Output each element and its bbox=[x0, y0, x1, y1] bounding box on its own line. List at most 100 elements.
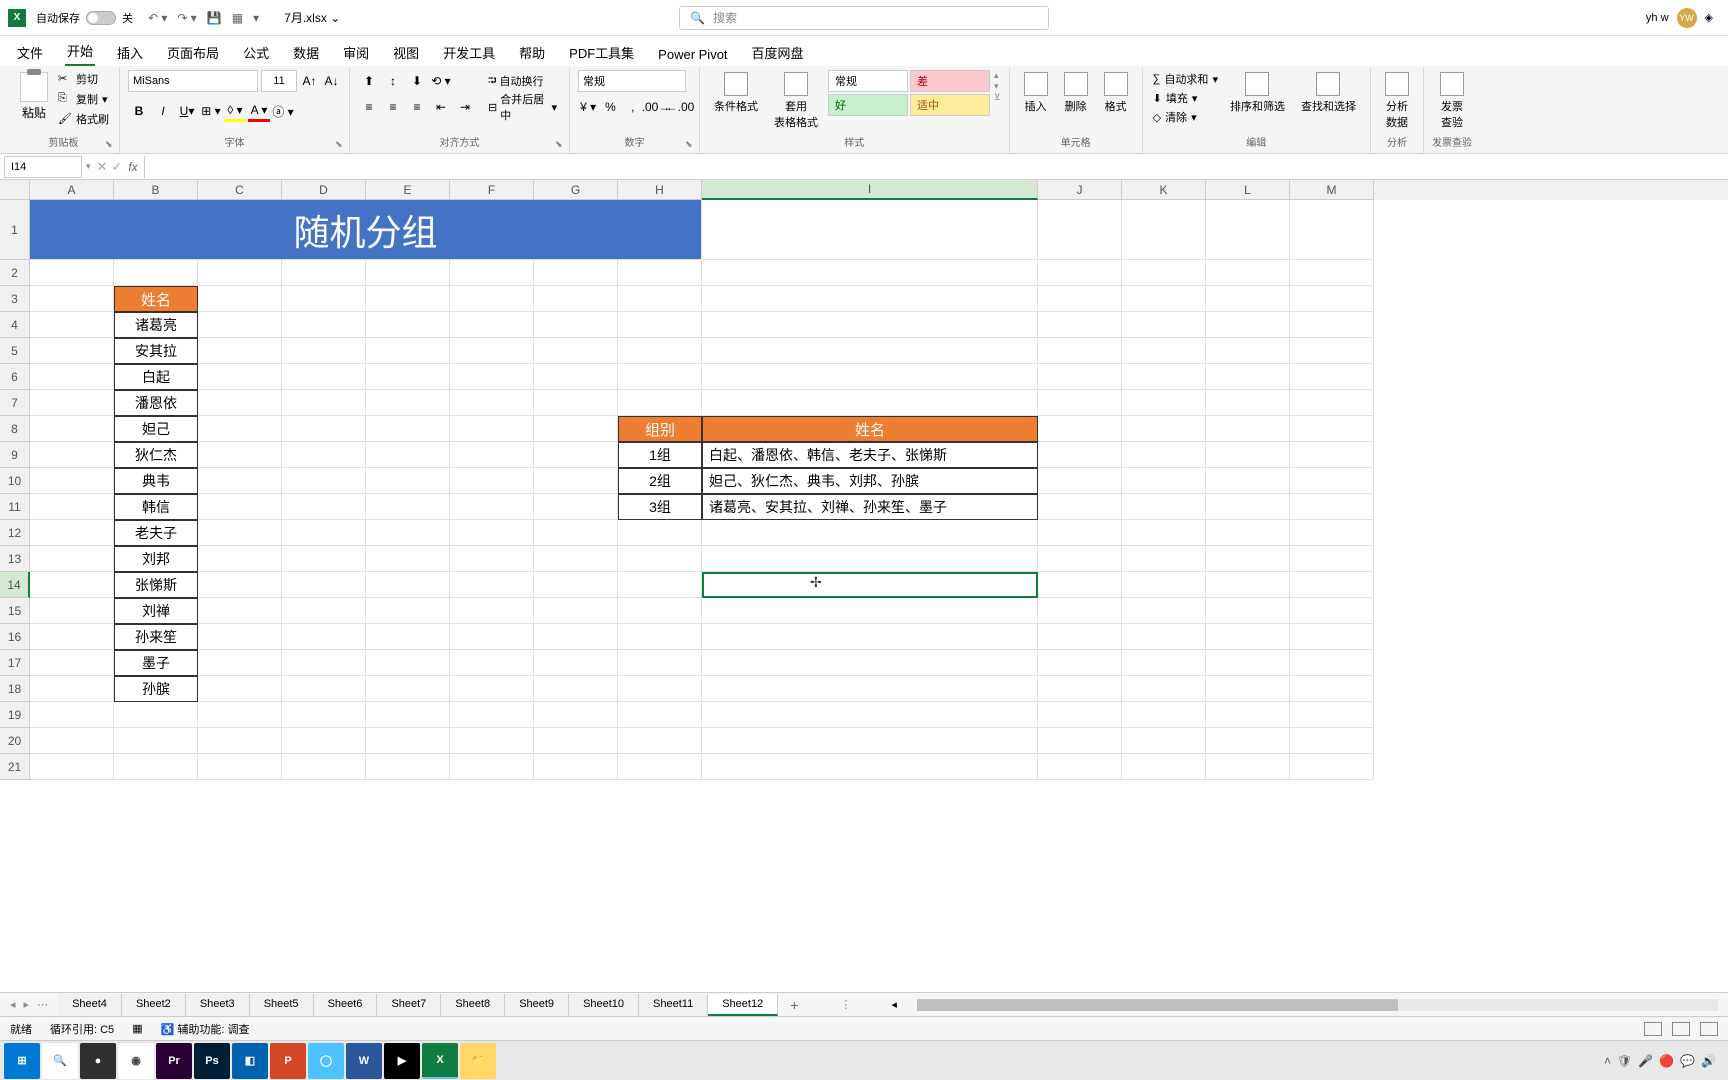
cell-A10[interactable] bbox=[30, 468, 114, 494]
cell-C15[interactable] bbox=[198, 598, 282, 624]
name-box[interactable]: I14 bbox=[4, 156, 82, 178]
cell-A18[interactable] bbox=[30, 676, 114, 702]
cell-E21[interactable] bbox=[366, 754, 450, 780]
cell-D4[interactable] bbox=[282, 312, 366, 338]
phonetic-button[interactable]: ⓐ ▾ bbox=[272, 100, 294, 122]
cell-H20[interactable] bbox=[618, 728, 702, 754]
redo-button[interactable]: ↷ ▾ bbox=[177, 11, 196, 25]
cell-J11[interactable] bbox=[1038, 494, 1122, 520]
cell-E4[interactable] bbox=[366, 312, 450, 338]
row-header-4[interactable]: 4 bbox=[0, 312, 30, 338]
cell-B11[interactable]: 韩信 bbox=[114, 494, 198, 520]
cell-C13[interactable] bbox=[198, 546, 282, 572]
cell-A8[interactable] bbox=[30, 416, 114, 442]
merge-center-button[interactable]: ⊟ 合并后居中 ▾ bbox=[484, 96, 561, 118]
orientation-button[interactable]: ⟲ ▾ bbox=[430, 70, 452, 92]
analyze-data-button[interactable]: 分析 数据 bbox=[1379, 70, 1415, 132]
cell-B5[interactable]: 安其拉 bbox=[114, 338, 198, 364]
sheet-nav-prev[interactable]: ▸ bbox=[24, 998, 30, 1011]
cell-L11[interactable] bbox=[1206, 494, 1290, 520]
cell-F13[interactable] bbox=[450, 546, 534, 572]
cell-F8[interactable] bbox=[450, 416, 534, 442]
cell-I11[interactable]: 诸葛亮、安其拉、刘禅、孙来笙、墨子 bbox=[702, 494, 1038, 520]
cell-J6[interactable] bbox=[1038, 364, 1122, 390]
status-accessibility[interactable]: ♿ 辅助功能: 调查 bbox=[161, 1021, 250, 1037]
cell-D6[interactable] bbox=[282, 364, 366, 390]
cell-H19[interactable] bbox=[618, 702, 702, 728]
cell-H14[interactable] bbox=[618, 572, 702, 598]
style-normal[interactable]: 常规 bbox=[828, 70, 908, 92]
cell-A1[interactable]: 随机分组 bbox=[30, 200, 702, 260]
taskbar-search[interactable]: 🔍 bbox=[42, 1043, 78, 1079]
cell-K20[interactable] bbox=[1122, 728, 1206, 754]
view-layout-button[interactable] bbox=[1672, 1022, 1690, 1036]
sheet-tab-Sheet11[interactable]: Sheet11 bbox=[639, 994, 708, 1016]
sheet-tab-Sheet2[interactable]: Sheet2 bbox=[122, 994, 186, 1016]
sheet-nav-menu[interactable]: ⋯ bbox=[37, 998, 48, 1011]
cell-G13[interactable] bbox=[534, 546, 618, 572]
cell-C16[interactable] bbox=[198, 624, 282, 650]
cell-I17[interactable] bbox=[702, 650, 1038, 676]
cell-F17[interactable] bbox=[450, 650, 534, 676]
cell-K18[interactable] bbox=[1122, 676, 1206, 702]
cell-I1[interactable] bbox=[702, 200, 1038, 260]
cell-I8[interactable]: 姓名 bbox=[702, 416, 1038, 442]
cell-F3[interactable] bbox=[450, 286, 534, 312]
cell-D11[interactable] bbox=[282, 494, 366, 520]
cell-K16[interactable] bbox=[1122, 624, 1206, 650]
cell-A9[interactable] bbox=[30, 442, 114, 468]
cell-I19[interactable] bbox=[702, 702, 1038, 728]
taskbar-photoshop[interactable]: Ps bbox=[194, 1043, 230, 1079]
column-header-B[interactable]: B bbox=[114, 180, 198, 200]
cell-I14[interactable] bbox=[702, 572, 1038, 598]
cell-H2[interactable] bbox=[618, 260, 702, 286]
cell-B18[interactable]: 孙膑 bbox=[114, 676, 198, 702]
bold-button[interactable]: B bbox=[128, 100, 150, 122]
format-painter-button[interactable]: 🖌格式刷 bbox=[56, 110, 111, 128]
tab-PDF工具集[interactable]: PDF工具集 bbox=[567, 39, 636, 66]
format-cells-button[interactable]: 格式 bbox=[1098, 70, 1134, 116]
taskbar-excel[interactable]: X bbox=[422, 1043, 458, 1079]
cell-F7[interactable] bbox=[450, 390, 534, 416]
sheet-tab-Sheet10[interactable]: Sheet10 bbox=[569, 994, 639, 1016]
taskbar-chrome[interactable]: ◉ bbox=[118, 1043, 154, 1079]
style-good[interactable]: 好 bbox=[828, 94, 908, 116]
comma-button[interactable]: , bbox=[623, 96, 643, 118]
cell-C14[interactable] bbox=[198, 572, 282, 598]
align-top-button[interactable]: ⬆ bbox=[358, 70, 380, 92]
cell-D3[interactable] bbox=[282, 286, 366, 312]
cell-F20[interactable] bbox=[450, 728, 534, 754]
cell-A13[interactable] bbox=[30, 546, 114, 572]
align-center-button[interactable]: ≡ bbox=[382, 96, 404, 118]
tray-chat-icon[interactable]: 💬 bbox=[1680, 1054, 1695, 1068]
cell-K13[interactable] bbox=[1122, 546, 1206, 572]
tray-app-icon[interactable]: 🔴 bbox=[1659, 1054, 1674, 1068]
cell-I9[interactable]: 白起、潘恩依、韩信、老夫子、张悌斯 bbox=[702, 442, 1038, 468]
cell-K8[interactable] bbox=[1122, 416, 1206, 442]
cell-K11[interactable] bbox=[1122, 494, 1206, 520]
sort-filter-button[interactable]: 排序和筛选 bbox=[1224, 70, 1291, 116]
row-header-1[interactable]: 1 bbox=[0, 200, 30, 260]
cell-H13[interactable] bbox=[618, 546, 702, 572]
cell-I5[interactable] bbox=[702, 338, 1038, 364]
cell-M13[interactable] bbox=[1290, 546, 1374, 572]
cell-K3[interactable] bbox=[1122, 286, 1206, 312]
cell-K15[interactable] bbox=[1122, 598, 1206, 624]
cell-E8[interactable] bbox=[366, 416, 450, 442]
cell-K4[interactable] bbox=[1122, 312, 1206, 338]
tab-Power Pivot[interactable]: Power Pivot bbox=[656, 43, 729, 66]
cell-H12[interactable] bbox=[618, 520, 702, 546]
cell-H4[interactable] bbox=[618, 312, 702, 338]
cell-H5[interactable] bbox=[618, 338, 702, 364]
cell-B14[interactable]: 张悌斯 bbox=[114, 572, 198, 598]
cell-K12[interactable] bbox=[1122, 520, 1206, 546]
sheet-tab-Sheet4[interactable]: Sheet4 bbox=[58, 994, 122, 1016]
cell-A11[interactable] bbox=[30, 494, 114, 520]
cell-C20[interactable] bbox=[198, 728, 282, 754]
cell-D12[interactable] bbox=[282, 520, 366, 546]
cell-G16[interactable] bbox=[534, 624, 618, 650]
cell-I15[interactable] bbox=[702, 598, 1038, 624]
align-left-button[interactable]: ≡ bbox=[358, 96, 380, 118]
taskbar-explorer[interactable]: 📁 bbox=[460, 1043, 496, 1079]
cell-C2[interactable] bbox=[198, 260, 282, 286]
